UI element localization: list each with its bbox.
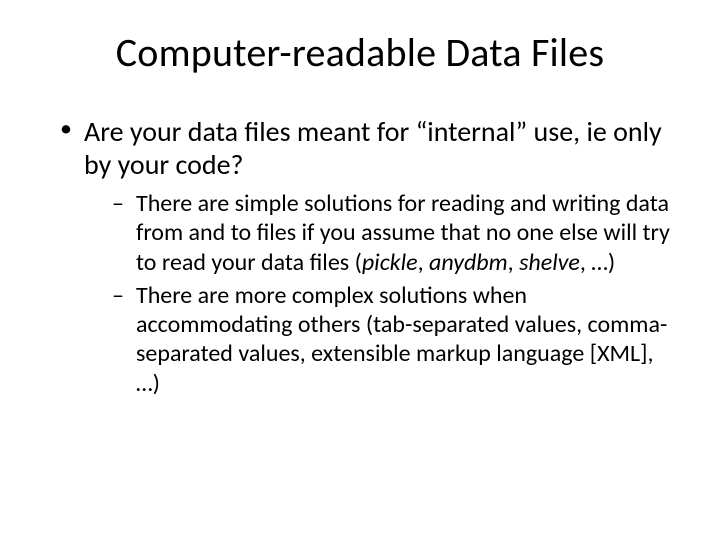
bullet-list-level2: There are simple solutions for reading a… <box>84 189 672 398</box>
bullet-item-1: Are your data files meant for “internal”… <box>56 115 672 398</box>
bullet-1-text-pre: Are your data files meant for <box>84 114 416 149</box>
slide-title: Computer-readable Data Files <box>48 28 672 77</box>
sub-bullet-1: There are simple solutions for reading a… <box>112 189 672 277</box>
bullet-list-level1: Are your data files meant for “internal”… <box>48 115 672 398</box>
sub1-italic-pickle: pickle <box>362 248 418 277</box>
sub2-text: There are more complex solutions when ac… <box>136 281 667 398</box>
sub1-sep2: , <box>508 248 519 277</box>
sub1-italic-shelve: shelve <box>519 248 580 277</box>
sub1-sep1: , <box>418 248 429 277</box>
bullet-1-quoted: “internal” <box>416 114 528 149</box>
sub1-italic-anydbm: anydbm <box>429 248 508 277</box>
sub1-post: , …) <box>580 248 615 277</box>
sub-bullet-2: There are more complex solutions when ac… <box>112 281 672 398</box>
